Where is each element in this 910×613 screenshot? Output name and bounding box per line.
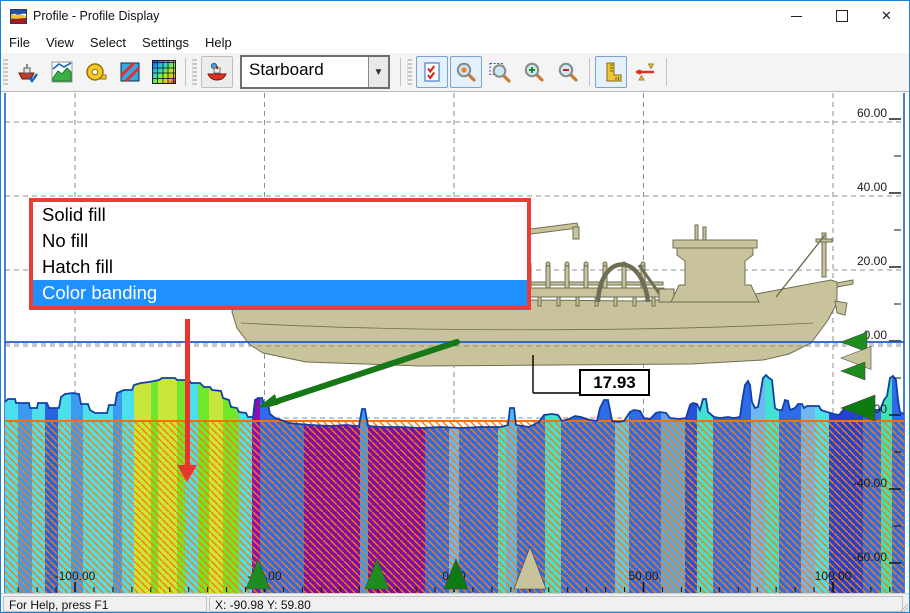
side-select-combobox[interactable]: Starboard ▼ <box>240 55 390 89</box>
minimize-button[interactable] <box>774 1 819 31</box>
app-icon <box>10 9 27 24</box>
distance-button[interactable] <box>629 56 661 88</box>
toolbar-grip[interactable] <box>407 59 412 85</box>
area-view-button[interactable] <box>46 56 78 88</box>
menu-help[interactable]: Help <box>197 33 240 52</box>
menu-option-solid-fill[interactable]: Solid fill <box>33 202 527 228</box>
annotation-value: 17.93 <box>593 373 636 392</box>
color-banding-icon <box>152 60 176 84</box>
zoom-window-button[interactable] <box>484 56 516 88</box>
minimize-icon <box>791 16 802 17</box>
x-axis-label: -100.00 <box>55 569 96 583</box>
menu-file[interactable]: File <box>1 33 38 52</box>
toolbar-separator <box>666 58 667 86</box>
x-axis-label: 50.00 <box>628 569 658 583</box>
ruler-icon <box>599 60 623 84</box>
hatch-fill-icon <box>118 60 142 84</box>
profile-display-icon <box>16 60 40 84</box>
color-banding-button[interactable] <box>148 56 180 88</box>
menu-option-no-fill[interactable]: No fill <box>33 228 527 254</box>
menu-view[interactable]: View <box>38 33 82 52</box>
status-help-text: For Help, press F1 <box>9 598 108 612</box>
x-axis-label: 100.00 <box>815 569 852 583</box>
side-select-value: Starboard <box>242 57 368 87</box>
verify-button[interactable] <box>416 56 448 88</box>
distance-icon <box>633 60 657 84</box>
y-axis-label: -60.00 <box>853 550 887 564</box>
status-coordinates-panel: X: -90.98 Y: 59.80 <box>209 596 903 612</box>
zoom-window-icon <box>488 60 512 84</box>
toolbar-grip[interactable] <box>3 59 8 85</box>
menu-select[interactable]: Select <box>82 33 134 52</box>
tape-measure-icon <box>84 60 108 84</box>
maximize-button[interactable] <box>819 1 864 31</box>
zoom-in-icon <box>522 60 546 84</box>
level-marker-triangle <box>841 362 865 380</box>
toolbar-grip[interactable] <box>192 59 197 85</box>
maximize-icon <box>836 10 848 22</box>
app-window: Profile - Profile Display ✕ File View Se… <box>0 0 910 613</box>
title-bar: Profile - Profile Display ✕ <box>1 1 909 31</box>
area-chart-icon <box>50 60 74 84</box>
tape-measure-button[interactable] <box>80 56 112 88</box>
zoom-normal-icon <box>454 60 478 84</box>
toolbar-separator <box>185 58 186 86</box>
status-help-panel: For Help, press F1 <box>3 596 207 612</box>
vessel-icon <box>205 60 229 84</box>
y-axis-label: 20.00 <box>857 254 887 268</box>
profile-chart: 60.0040.0020.000.00-20.00-40.00-60.00-10… <box>1 92 910 593</box>
toolbar-separator <box>589 58 590 86</box>
zoom-in-button[interactable] <box>518 56 550 88</box>
zoom-out-button[interactable] <box>552 56 584 88</box>
ruler-button[interactable] <box>595 56 627 88</box>
level-marker-triangle <box>841 332 867 352</box>
menu-option-color-banding[interactable]: Color banding <box>33 280 527 306</box>
verify-checklist-icon <box>420 60 444 84</box>
callout-arrow-head <box>177 465 197 482</box>
toolbar-separator <box>400 58 401 86</box>
fill-mode-menu: Solid fill No fill Hatch fill Color band… <box>29 198 531 310</box>
menu-bar: File View Select Settings Help <box>1 31 909 53</box>
toolbar: Starboard ▼ <box>1 53 909 92</box>
combobox-dropdown-button[interactable]: ▼ <box>368 57 388 87</box>
status-bar: For Help, press F1 X: -90.98 Y: 59.80 <box>1 593 909 613</box>
zoom-out-icon <box>556 60 580 84</box>
y-axis-label: -40.00 <box>853 476 887 490</box>
close-button[interactable]: ✕ <box>864 1 909 31</box>
profile-display-button[interactable] <box>12 56 44 88</box>
y-axis-label: 40.00 <box>857 180 887 194</box>
callout-arrow-line <box>185 319 190 466</box>
close-icon: ✕ <box>881 8 892 24</box>
zoom-normal-button[interactable] <box>450 56 482 88</box>
profile-plot-area[interactable]: 60.0040.0020.000.00-20.00-40.00-60.00-10… <box>1 92 910 593</box>
window-title: Profile - Profile Display <box>33 9 159 23</box>
hatch-fill-button[interactable] <box>114 56 146 88</box>
menu-settings[interactable]: Settings <box>134 33 197 52</box>
menu-option-hatch-fill[interactable]: Hatch fill <box>33 254 527 280</box>
status-coordinates-text: X: -90.98 Y: 59.80 <box>215 598 311 612</box>
y-axis-label: 60.00 <box>857 106 887 120</box>
resize-grip[interactable] <box>895 601 908 613</box>
chevron-down-icon: ▼ <box>374 67 384 78</box>
vessel-button[interactable] <box>201 56 233 88</box>
